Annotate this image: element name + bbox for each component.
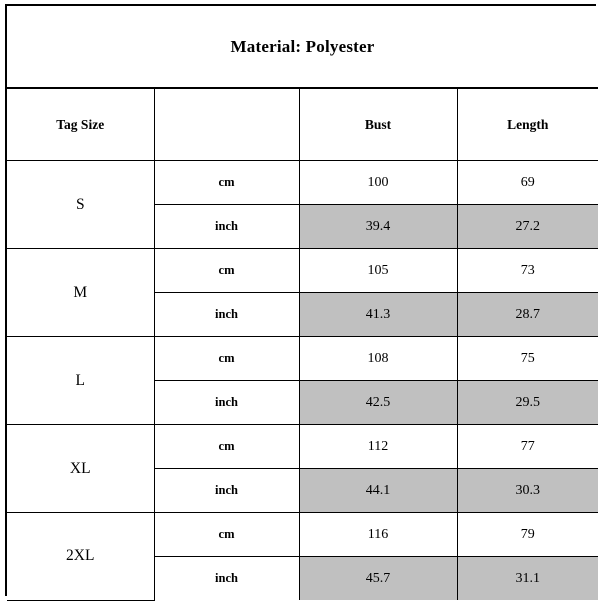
size-chart-table: Material: Polyester Tag Size Bust Length… — [7, 6, 599, 601]
bust-value-cm: 116 — [298, 512, 458, 557]
unit-label-cm: cm — [153, 336, 300, 381]
size-chart: Material: Polyester Tag Size Bust Length… — [5, 4, 599, 601]
length-value-inch: 28.7 — [456, 292, 599, 337]
unit-label-cm: cm — [153, 248, 300, 293]
length-value-cm: 69 — [456, 160, 599, 205]
table-header-row: Tag Size Bust Length — [7, 87, 599, 161]
unit-label-inch: inch — [153, 292, 300, 337]
tag-size-value: XL — [7, 424, 155, 513]
length-value-inch: 29.5 — [456, 380, 599, 425]
bust-value-cm: 108 — [298, 336, 458, 381]
bust-value-cm: 105 — [298, 248, 458, 293]
length-value-inch: 30.3 — [456, 468, 599, 513]
material-row: Material: Polyester — [7, 6, 599, 89]
unit-label-inch: inch — [153, 468, 300, 513]
table-row: L cm 108 75 — [7, 336, 599, 425]
unit-label-cm: cm — [153, 424, 300, 469]
bust-value-inch: 41.3 — [298, 292, 458, 337]
bust-value-inch: 44.1 — [298, 468, 458, 513]
unit-label-cm: cm — [153, 160, 300, 205]
table-row: 2XL cm 116 79 — [7, 512, 599, 601]
bust-value-cm: 112 — [298, 424, 458, 469]
table-row: S cm 100 69 — [7, 160, 599, 249]
unit-label-inch: inch — [153, 204, 300, 249]
table-row: XL cm 112 77 — [7, 424, 599, 513]
tag-size-value: S — [7, 160, 155, 249]
bust-value-inch: 39.4 — [298, 204, 458, 249]
unit-label-inch: inch — [153, 556, 300, 600]
tag-size-value: L — [7, 336, 155, 425]
tag-size-value: 2XL — [7, 512, 155, 601]
bust-value-cm: 100 — [298, 160, 458, 205]
length-value-cm: 75 — [456, 336, 599, 381]
length-value-inch: 27.2 — [456, 204, 599, 249]
header-bust: Bust — [298, 87, 458, 161]
unit-label-cm: cm — [153, 512, 300, 557]
material-label: Material: Polyester — [7, 6, 599, 89]
length-value-cm: 73 — [456, 248, 599, 293]
header-tag-size: Tag Size — [7, 87, 155, 161]
bust-value-inch: 42.5 — [298, 380, 458, 425]
header-unit — [153, 87, 300, 161]
header-length: Length — [456, 87, 599, 161]
length-value-inch: 31.1 — [456, 556, 599, 600]
length-value-cm: 79 — [456, 512, 599, 557]
tag-size-value: M — [7, 248, 155, 337]
table-row: M cm 105 73 — [7, 248, 599, 337]
bust-value-inch: 45.7 — [298, 556, 458, 600]
unit-label-inch: inch — [153, 380, 300, 425]
length-value-cm: 77 — [456, 424, 599, 469]
